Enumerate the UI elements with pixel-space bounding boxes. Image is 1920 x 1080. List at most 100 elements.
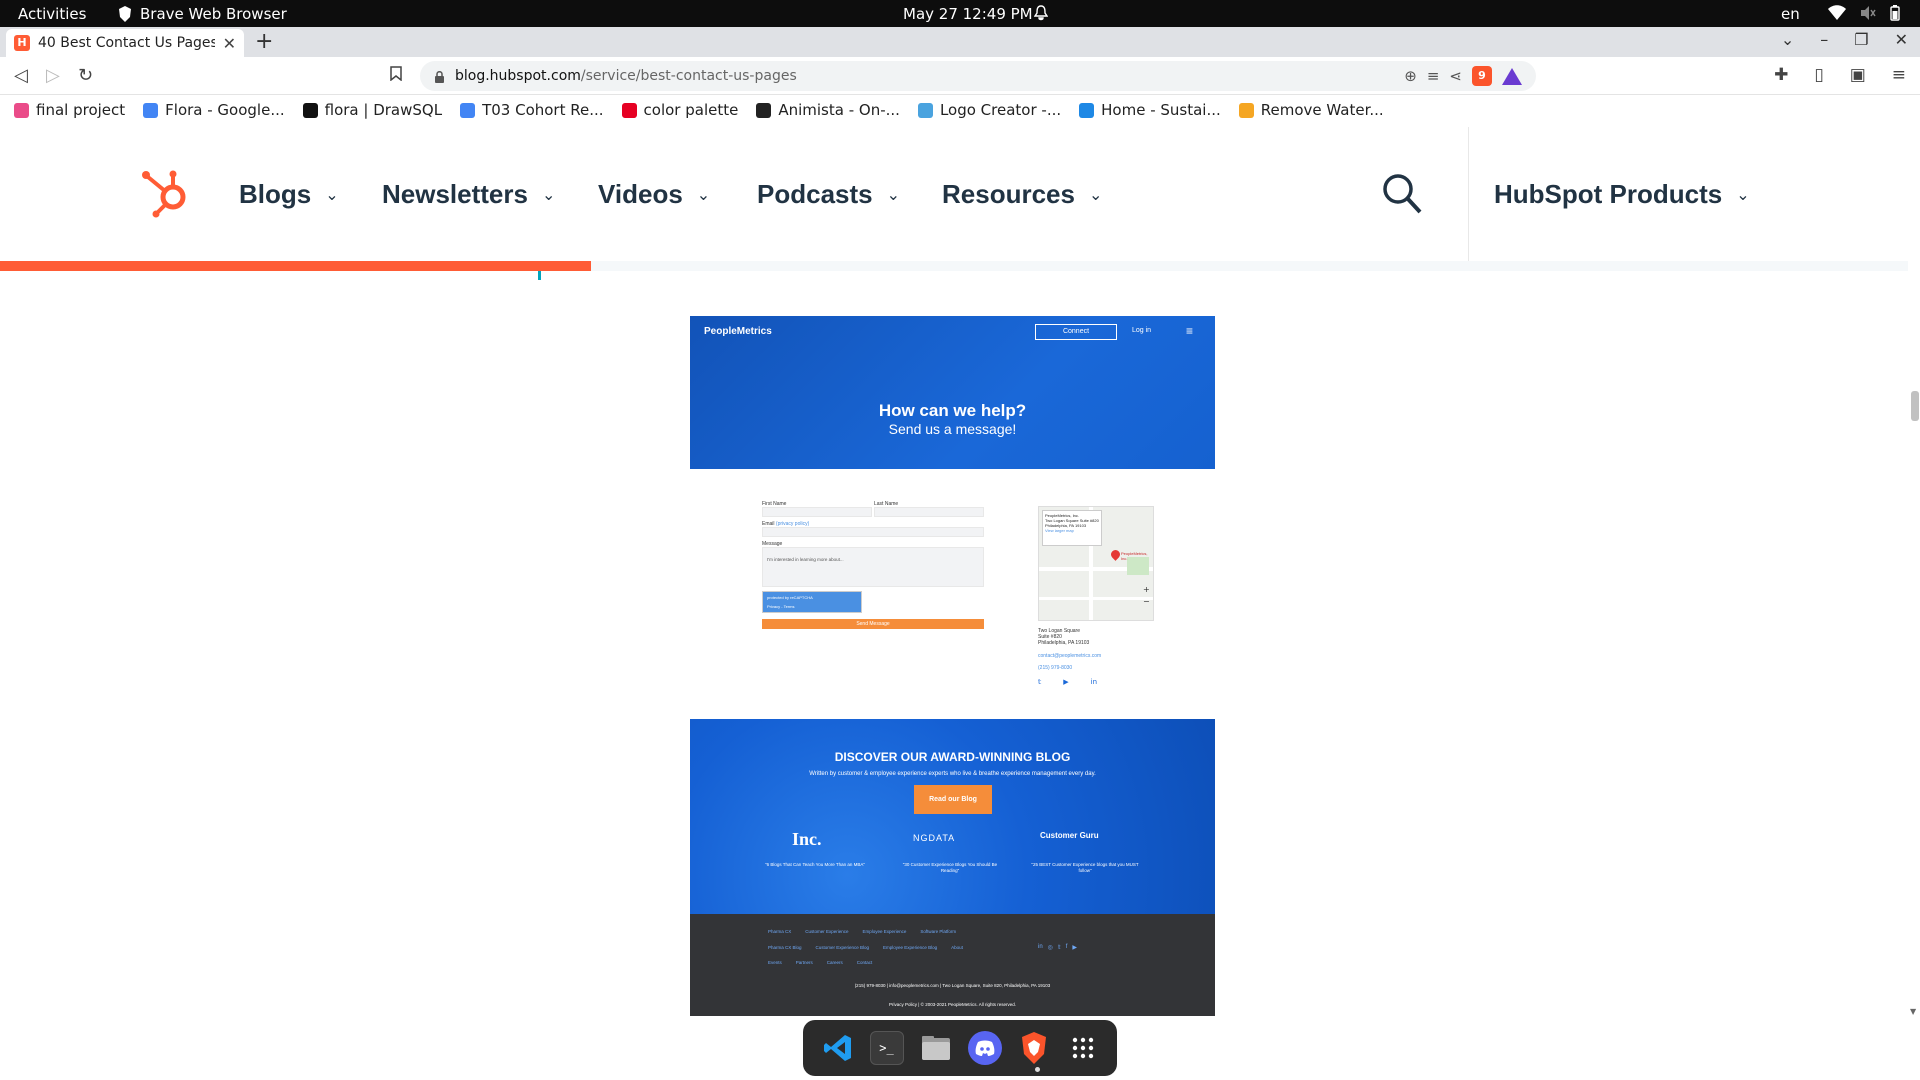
share-icon[interactable]: ⋖ [1449,67,1462,85]
ubuntu-dock: >_ [803,1020,1117,1076]
pm-hamburger-icon: ≡ [1186,324,1194,338]
extensions-puzzle-icon[interactable]: ✚ [1774,65,1788,85]
pm-footer-link: Customer Experience Blog [815,945,870,950]
pm-recaptcha-links: Privacy - Terms [767,604,795,609]
header-divider [1468,127,1469,261]
brave-wallet-icon[interactable]: ▣ [1850,65,1866,85]
reload-button[interactable]: ↻ [78,65,93,86]
system-status-area[interactable] [1828,5,1900,21]
terminal-icon[interactable]: >_ [869,1031,904,1065]
restore-window-button[interactable]: ❐ [1854,30,1868,49]
wifi-icon [1828,5,1846,20]
nav-newsletters-label: Newsletters [382,179,528,209]
clock[interactable]: May 27 12:49 PM [903,5,1033,23]
page-scrollbar[interactable]: ▼ [1908,127,1920,1018]
pm-login-link: Log in [1132,327,1152,334]
brave-icon[interactable] [1017,1031,1051,1065]
pm-blog-subtitle: Written by customer & employee experienc… [809,771,1096,777]
scroll-down-arrow-icon[interactable]: ▼ [1910,1007,1916,1016]
chevron-down-icon: ⌄ [1736,186,1750,204]
hubspot-logo-icon[interactable] [140,167,192,219]
scrollbar-thumb[interactable] [1911,391,1919,421]
hubspot-header: Blogs ⌄ Newsletters ⌄ Videos ⌄ Podcasts ⌄ Re… [0,127,1908,261]
files-icon[interactable] [919,1031,953,1065]
bookmark-item[interactable]: Flora - Google... [143,101,285,119]
chevron-down-icon: ⌄ [541,186,556,204]
nav-podcasts[interactable]: Podcasts ⌄ [757,179,900,210]
pm-footer-link: Employee Experience Blog [883,945,938,950]
pm-footer: Pharma CX Customer Experience Employee E… [690,914,1215,1016]
bookmark-item[interactable]: Home - Sustai... [1079,101,1221,119]
pm-social-links: 𝕥 ▶ in [1038,678,1097,686]
navigation-toolbar: ◁ ▷ ↻ blog.hubspot.com/service/best-cont… [0,57,1920,95]
youtube-icon: ▶ [1063,678,1069,686]
pm-footer-link: Events [768,960,782,965]
url-text[interactable]: blog.hubspot.com/service/best-contact-us… [455,68,1394,84]
reading-progress-bar [0,261,592,271]
bookmark-label: Remove Water... [1260,101,1384,119]
tab-title: 40 Best Contact Us Pages [38,35,215,51]
bookmark-label: Animista - On-... [778,101,900,119]
reader-mode-icon[interactable]: ≡ [1427,67,1440,85]
bookmark-label: flora | DrawSQL [324,101,443,119]
map-info-card: PeopleMetrics, Inc. Two Logan Square Sui… [1042,510,1102,546]
bookmark-label: T03 Cohort Re... [482,101,604,119]
customer-guru-quote: "25 BEST Customer Experience blogs that … [1031,862,1139,873]
app-grid-icon[interactable] [1066,1031,1100,1065]
app-name-label: Brave Web Browser [140,5,287,23]
back-button[interactable]: ◁ [14,65,28,86]
nav-newsletters[interactable]: Newsletters ⌄ [382,179,555,210]
app-menu[interactable]: Brave Web Browser [118,5,287,23]
browser-tab-active[interactable]: H 40 Best Contact Us Pages ✕ [6,29,244,57]
nav-podcasts-label: Podcasts [757,179,873,209]
notification-bell-icon[interactable] [1033,5,1049,25]
pm-footer-link: Pharma CX Blog [768,945,802,950]
bookmark-item[interactable]: color palette [621,101,738,119]
new-tab-button[interactable]: + [255,29,273,54]
ngdata-quote: "30 Customer Experience Blogs You Should… [902,862,998,873]
pm-footer-legal: Privacy Policy | © 2003-2021 PeopleMetri… [888,1002,1017,1007]
zoom-icon[interactable]: ⊕ [1404,67,1417,85]
bookmark-item[interactable]: Logo Creator -... [917,101,1061,119]
sidebar-toggle-icon[interactable]: ▯ [1814,65,1823,85]
pm-recaptcha-badge: protected by reCAPTCHA Privacy - Terms [762,591,862,613]
map-zoom-in-icon: + [1143,585,1150,594]
brave-rewards-icon[interactable] [1502,67,1522,85]
bookmark-item[interactable]: Animista - On-... [756,101,900,119]
bookmark-item[interactable]: Remove Water... [1238,101,1384,119]
pm-blog-banner: DISCOVER OUR AWARD-WINNING BLOG Written … [690,719,1215,914]
pm-hero-banner: PeopleMetrics Connect Log in ≡ How can w… [690,316,1215,469]
address-bar[interactable]: blog.hubspot.com/service/best-contact-us… [420,61,1536,91]
nav-videos[interactable]: Videos ⌄ [598,179,710,210]
close-window-button[interactable]: ✕ [1895,30,1908,49]
activities-button[interactable]: Activities [18,5,86,23]
nav-resources[interactable]: Resources ⌄ [942,179,1102,210]
bookmark-item[interactable]: T03 Cohort Re... [460,101,604,119]
bookmark-item[interactable]: final project [14,101,125,119]
bookmarks-bar: final project Flora - Google... flora | Dr… [0,95,1920,125]
running-indicator [1035,1067,1040,1072]
pm-email-link: contact@peoplemetrics.com [1038,653,1102,659]
minimize-window-button[interactable]: – [1820,30,1828,49]
twitter-icon: 𝕥 [1057,945,1061,951]
twitter-icon: 𝕥 [1038,678,1042,686]
discord-icon[interactable] [967,1031,1002,1065]
pm-contact-form: First Name Last Name Email (privacy poli… [762,501,984,631]
chevron-down-icon: ⌄ [886,186,901,204]
brave-shields-icon[interactable]: 9 [1472,66,1492,86]
hubspot-products-menu[interactable]: HubSpot Products ⌄ [1494,179,1750,210]
bookmark-item[interactable]: flora | DrawSQL [302,101,443,119]
pm-footer-link: Partners [795,960,813,965]
article-screenshot-peoplemetrics: PeopleMetrics Connect Log in ≡ How can w… [690,316,1215,1016]
forward-button[interactable]: ▷ [46,65,60,86]
nav-blogs[interactable]: Blogs ⌄ [239,179,339,210]
bookmark-page-icon[interactable] [390,65,402,86]
main-menu-icon[interactable]: ≡ [1892,65,1906,85]
close-tab-icon[interactable]: ✕ [223,34,236,53]
language-indicator[interactable]: en [1781,5,1800,23]
nav-videos-label: Videos [598,179,683,209]
search-icon[interactable] [1382,173,1422,215]
vscode-icon[interactable] [821,1031,855,1065]
tab-search-chevron-icon[interactable]: ⌄ [1781,30,1794,49]
pm-footer-link: About [951,945,963,950]
